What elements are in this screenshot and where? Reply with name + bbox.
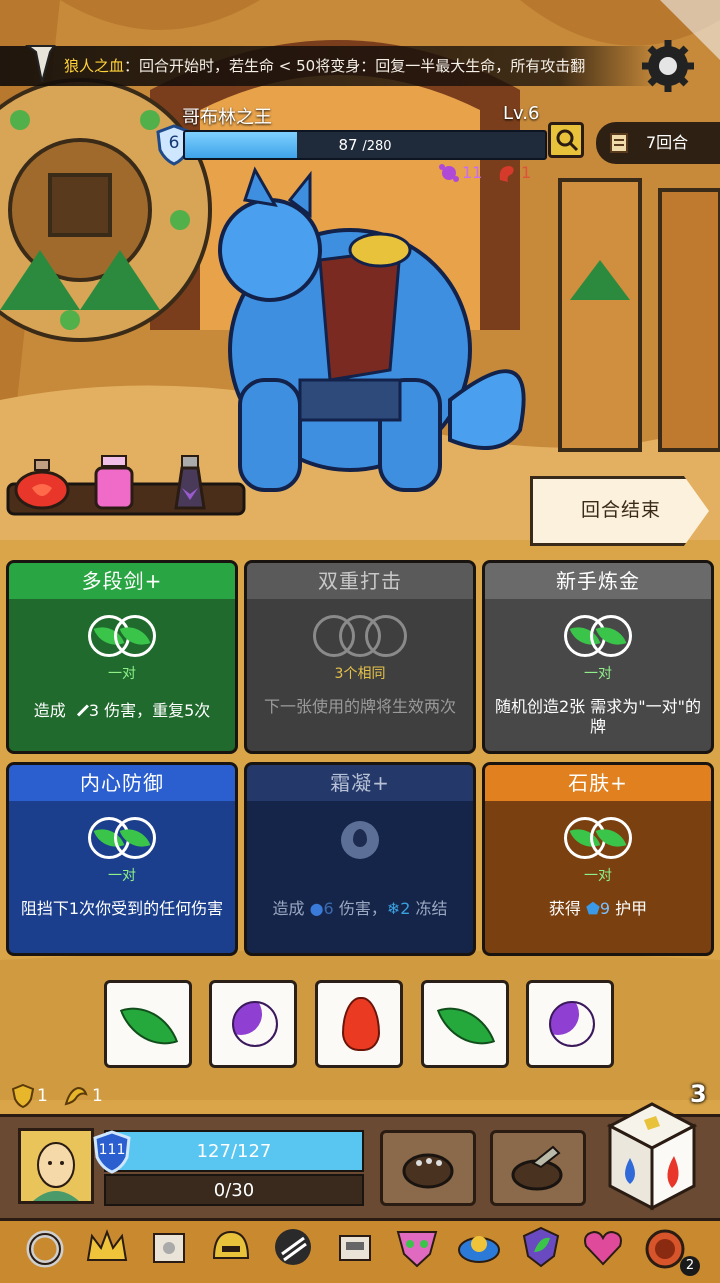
desc-suffix: 伤害，重复5次: [99, 701, 211, 720]
relic-badge: 2: [680, 1256, 700, 1276]
player-hp-bar: 127/127: [104, 1130, 364, 1172]
damage-value: 6: [323, 899, 334, 918]
fang-icon: [24, 44, 58, 84]
ring-icon[interactable]: [22, 1224, 68, 1270]
shield-icon: ⬟: [585, 899, 600, 918]
die-fire[interactable]: [315, 980, 403, 1068]
card-title: 石肤+: [485, 765, 711, 801]
passive-name: 狼人之血: [64, 57, 125, 75]
card-title: 内心防御: [9, 765, 235, 801]
player-shield-value: 111: [98, 1142, 126, 1158]
potion-slot-3[interactable]: [168, 454, 212, 510]
enemy-name: 哥布林之王: [182, 107, 272, 128]
card-description: 造成 3 伤害，重复5次: [17, 694, 227, 721]
card-description: 下一张使用的牌将生效两次: [263, 697, 456, 716]
end-turn-button[interactable]: 回合结束: [530, 476, 709, 546]
armor-value: 9: [599, 899, 611, 918]
bleed-icon: [496, 162, 518, 184]
bleed-count: 1: [521, 163, 532, 182]
die-moon[interactable]: [526, 980, 614, 1068]
enemy-passive-banner: 狼人之血：回合开始时，若生命 < 50将变身：回复一半最大生命，所有攻击翻: [0, 46, 660, 86]
dice-slot-triple: [247, 615, 473, 663]
desc-suffix: 护甲: [610, 899, 648, 918]
die-leaf[interactable]: [104, 980, 192, 1068]
card-double-strike[interactable]: 双重打击 3个相同 下一张使用的牌将生效两次: [244, 560, 476, 754]
card-title: 霜凝+: [247, 765, 473, 801]
dice-box-cube-icon[interactable]: [606, 1100, 698, 1212]
helmet-icon[interactable]: [208, 1224, 254, 1270]
claw-icon[interactable]: [270, 1224, 316, 1270]
poison-icon: [438, 162, 460, 184]
water-drop-icon: [341, 821, 379, 859]
enemy-level: Lv.6: [503, 103, 540, 124]
poison-count: 11: [462, 163, 483, 182]
heart-icon[interactable]: [580, 1224, 626, 1270]
die-moon[interactable]: [209, 980, 297, 1068]
player-xp-bar: 0/30: [104, 1174, 364, 1206]
freeze-value: 2: [400, 899, 411, 918]
enemy-hp-max: /280: [362, 139, 392, 154]
mask-icon[interactable]: [394, 1224, 440, 1270]
water-icon: ●: [309, 899, 324, 918]
armor-status-icon: [11, 1083, 35, 1109]
card-title: 双重打击: [247, 563, 473, 599]
dice-slot-pair: [9, 615, 235, 663]
card-requirement: 一对: [108, 666, 136, 682]
strength-status-icon: [64, 1084, 90, 1108]
fire-icon: [342, 997, 380, 1051]
desc-prefix: 造成: [33, 701, 71, 720]
potion-slot-1[interactable]: [14, 458, 70, 510]
skill-slot-claw[interactable]: [490, 1130, 586, 1206]
die-leaf[interactable]: [421, 980, 509, 1068]
card-requirement: 一对: [584, 666, 612, 682]
round-counter: 7回合: [596, 122, 720, 164]
enemy-hp-bar: 87 /280: [183, 130, 547, 160]
scroll-icon[interactable]: [146, 1224, 192, 1270]
round-count-text: 7回合: [646, 133, 689, 152]
potion-slot-2[interactable]: [92, 454, 136, 510]
passive-text: ：回合开始时，若生命 < 50将变身：回复一半最大生命，所有攻击翻: [124, 57, 586, 75]
card-stone-skin[interactable]: 石肤+ 一对 获得 ⬟9 护甲: [482, 762, 714, 956]
dice-slot-pair: [485, 817, 711, 865]
player-shield-icon: 111: [92, 1130, 132, 1174]
orb-icon[interactable]: [456, 1224, 502, 1270]
skill-slot-fist[interactable]: [380, 1130, 476, 1206]
card-novice-alchemy[interactable]: 新手炼金 一对 随机创造2张 需求为"一对"的牌: [482, 560, 714, 754]
card-requirement: 3个相同: [334, 666, 386, 682]
enemy-intent-icon[interactable]: [548, 122, 584, 158]
desc-prefix: 造成: [272, 899, 310, 918]
leaf-shield-icon[interactable]: [518, 1224, 564, 1270]
desc-suffix: 冻结: [410, 899, 448, 918]
card-description: 随机创造2张 需求为"一对"的牌: [495, 697, 701, 736]
enemy-hp-current: 87: [338, 136, 358, 154]
settings-gear-icon[interactable]: [642, 40, 694, 92]
snowflake-icon: ❄: [386, 899, 401, 918]
scroll-icon: [606, 130, 632, 156]
leaf-icon: [119, 994, 179, 1058]
dice-slot-pair: [9, 817, 235, 865]
player-portrait[interactable]: [18, 1128, 94, 1204]
strength-status-count: 1: [92, 1086, 103, 1106]
card-requirement: 一对: [584, 868, 612, 884]
desc-mid: 伤害，: [333, 899, 387, 918]
dice-slot-pair: [485, 615, 711, 663]
dice-slot-water: [247, 817, 473, 865]
moon-icon: [232, 1001, 278, 1047]
desc-prefix: 获得: [548, 899, 586, 918]
card-multi-slash[interactable]: 多段剑+ 一对 造成 3 伤害，重复5次: [6, 560, 238, 754]
card-description: 获得 ⬟9 护甲: [493, 899, 703, 919]
damage-value: 3: [88, 701, 99, 720]
card-description: 造成 ●6 伤害，❄2 冻结: [255, 899, 465, 919]
crown-icon[interactable]: [84, 1224, 130, 1270]
scroll2-icon[interactable]: [332, 1224, 378, 1270]
card-requirement: 一对: [108, 868, 136, 884]
card-title: 多段剑+: [9, 563, 235, 599]
card-description: 阻挡下1次你受到的任何伤害: [20, 899, 224, 918]
card-title: 新手炼金: [485, 563, 711, 599]
leaf-icon: [436, 994, 496, 1058]
card-inner-defense[interactable]: 内心防御 一对 阻挡下1次你受到的任何伤害: [6, 762, 238, 956]
armor-status-count: 1: [37, 1086, 48, 1106]
card-frost[interactable]: 霜凝+ 造成 ●6 伤害，❄2 冻结: [244, 762, 476, 956]
moon-icon: [549, 1001, 595, 1047]
